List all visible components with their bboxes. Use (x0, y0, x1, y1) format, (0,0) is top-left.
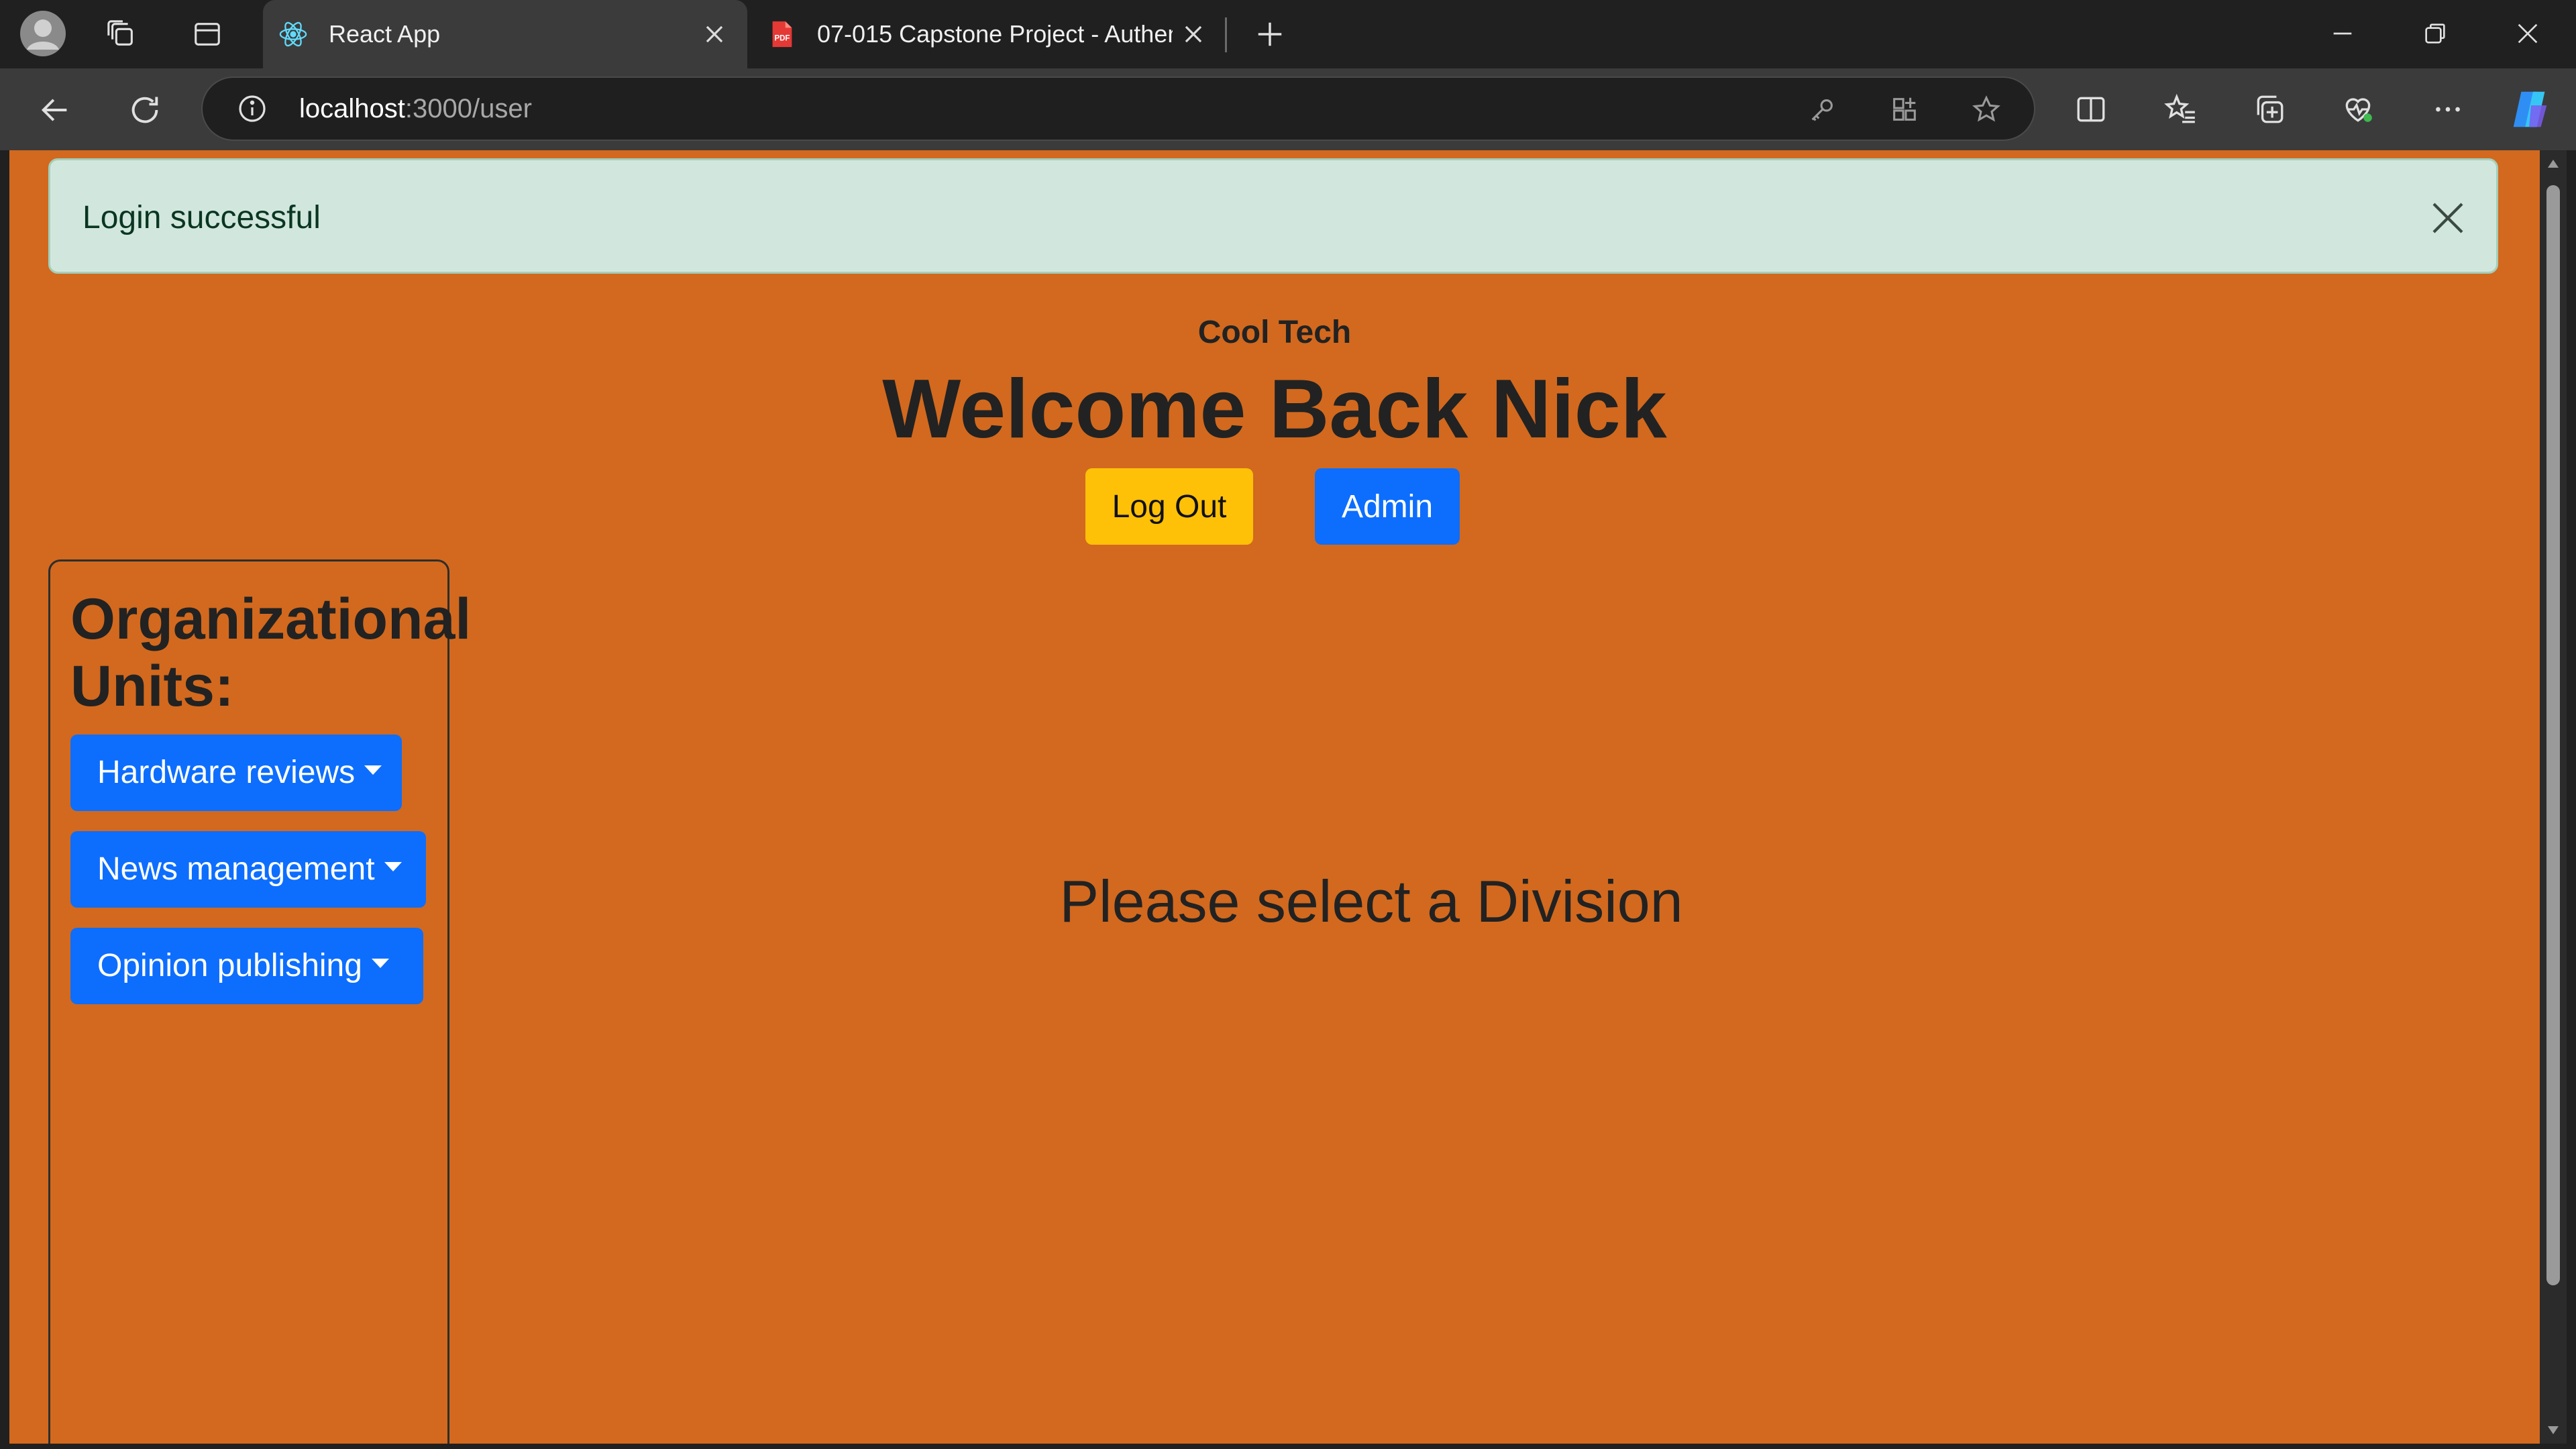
minimize-icon[interactable] (2329, 20, 2356, 47)
copilot-icon[interactable] (2506, 86, 2556, 133)
favorite-star-icon[interactable] (1971, 94, 2002, 125)
refresh-icon[interactable] (127, 93, 162, 127)
close-window-icon[interactable] (2514, 20, 2541, 47)
sidebar-title: Organizational Units: (70, 587, 472, 718)
welcome-heading: Welcome Back Nick (882, 363, 1667, 455)
site-info-icon[interactable] (236, 93, 268, 125)
app-available-icon[interactable] (1889, 94, 1920, 125)
dropdown-label: News management (97, 851, 375, 887)
new-tab-icon[interactable] (1254, 19, 1285, 50)
password-key-icon[interactable] (1807, 94, 1838, 125)
url-text[interactable]: localhost:3000/user (299, 93, 532, 125)
org-units-sidebar: Organizational Units: Hardware reviews N… (48, 559, 471, 1444)
logout-button[interactable]: Log Out (1085, 468, 1253, 545)
close-icon[interactable] (2429, 199, 2467, 237)
favorites-icon[interactable] (2164, 93, 2198, 126)
tab-strip: React App PDF 07-015 Capstone Project - … (0, 0, 2576, 68)
pdf-icon: PDF (766, 19, 797, 50)
more-options-icon[interactable] (2431, 93, 2465, 126)
tab-close-icon[interactable] (702, 21, 727, 47)
address-bar[interactable]: localhost:3000/user (201, 76, 2035, 141)
login-success-alert: Login successful (48, 158, 2498, 274)
brand-name: Cool Tech (1197, 315, 1352, 350)
admin-button[interactable]: Admin (1315, 468, 1460, 545)
tab-actions-icon[interactable] (192, 19, 223, 50)
profile-avatar-icon[interactable] (19, 9, 67, 58)
svg-text:PDF: PDF (774, 35, 790, 43)
caret-down-icon (371, 959, 389, 969)
dropdown-label: Opinion publishing (97, 948, 362, 983)
workspaces-icon[interactable] (106, 19, 137, 50)
browser-essentials-icon[interactable] (2341, 93, 2375, 126)
scroll-up-arrow-icon[interactable] (2545, 156, 2561, 172)
url-host: localhost (299, 94, 405, 123)
react-icon (278, 19, 309, 50)
collections-icon[interactable] (2253, 93, 2286, 126)
tab-capstone-pdf[interactable]: PDF 07-015 Capstone Project - Authentica… (751, 0, 1228, 68)
tab-title: 07-015 Capstone Project - Authentication (817, 20, 1173, 48)
page-viewport: Login successful Cool Tech Welcome Back … (9, 150, 2540, 1444)
unit-dropdown-news-management[interactable]: News management (70, 831, 426, 908)
caret-down-icon (364, 765, 382, 775)
split-screen-icon[interactable] (2074, 93, 2108, 126)
page-scrollbar[interactable] (2540, 150, 2567, 1444)
select-division-message: Please select a Division (1059, 868, 1683, 934)
unit-dropdown-hardware-reviews[interactable]: Hardware reviews (70, 735, 402, 811)
restore-icon[interactable] (2422, 20, 2449, 47)
scroll-down-arrow-icon[interactable] (2545, 1422, 2561, 1438)
browser-toolbar: localhost:3000/user (0, 68, 2576, 150)
tab-divider (1225, 17, 1227, 52)
unit-dropdown-opinion-publishing[interactable]: Opinion publishing (70, 928, 423, 1004)
back-icon[interactable] (38, 93, 72, 127)
tab-close-icon[interactable] (1181, 21, 1206, 47)
scrollbar-thumb[interactable] (2546, 185, 2560, 1285)
tab-title: React App (329, 20, 441, 48)
caret-down-icon (384, 862, 402, 872)
dropdown-label: Hardware reviews (97, 755, 356, 790)
tab-react-app[interactable]: React App (263, 0, 747, 68)
alert-message: Login successful (83, 200, 321, 235)
url-path: :3000/user (405, 94, 532, 123)
